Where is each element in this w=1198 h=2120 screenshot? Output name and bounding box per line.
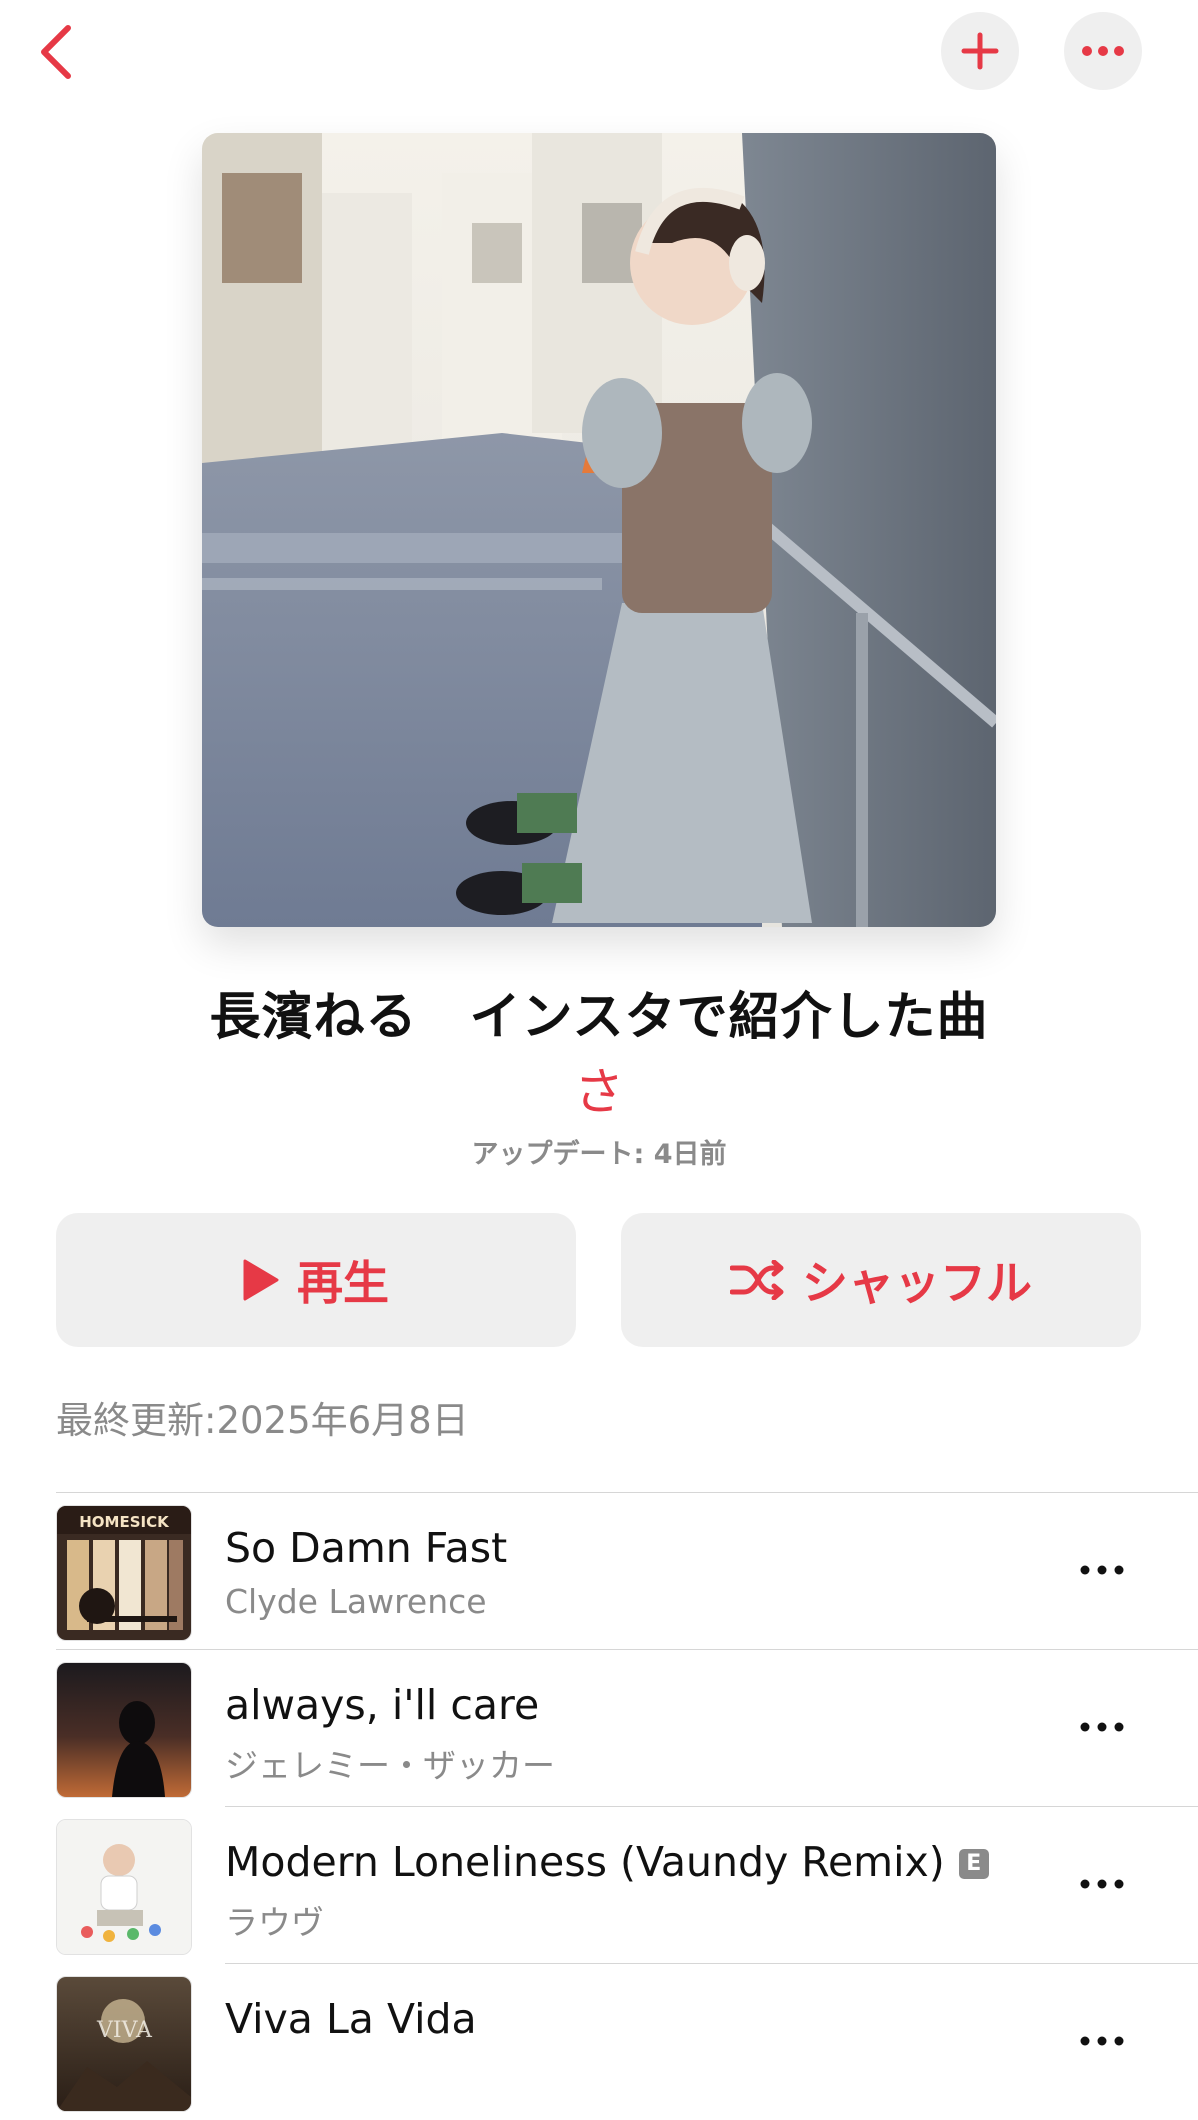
track-list: HOMESICK So Damn Fast Clyde Lawrence alw…: [0, 1492, 1198, 2120]
play-button[interactable]: 再生: [56, 1213, 576, 1347]
playlist-updated-text: アップデート: 4日前: [471, 1139, 727, 1170]
ellipsis-icon: [1080, 2036, 1124, 2046]
svg-text:VIVA: VIVA: [96, 2018, 153, 2043]
track-row[interactable]: Modern Loneliness (Vaundy Remix) E ラウヴ: [0, 1806, 1198, 1963]
track-row[interactable]: always, i'll care ジェレミー・ザッカー: [0, 1649, 1198, 1806]
playlist-title: 長濱ねる インスタで紹介した曲: [209, 988, 989, 1047]
playlist-curator[interactable]: さ: [0, 1052, 1198, 1124]
track-artwork: VIVA: [56, 1976, 192, 2112]
track-title: So Damn Fast: [225, 1524, 508, 1572]
last-modified-text: 最終更新:2025年6月8日: [56, 1399, 469, 1442]
track-artist: ジェレミー・ザッカー: [225, 1746, 555, 1785]
play-icon: [243, 1259, 279, 1301]
back-button[interactable]: [28, 20, 84, 84]
track-title: Modern Loneliness (Vaundy Remix) E: [225, 1838, 989, 1886]
ellipsis-icon: [1080, 1565, 1124, 1575]
ellipsis-icon: [1080, 1722, 1124, 1732]
shuffle-icon: [730, 1260, 784, 1300]
track-title: always, i'll care: [225, 1681, 540, 1729]
shuffle-button-label: シャッフル: [802, 1256, 1032, 1310]
art-text: HOMESICK: [79, 1513, 170, 1531]
track-artwork: [56, 1662, 192, 1798]
plus-icon: [961, 32, 999, 70]
divider: [225, 1963, 1198, 1964]
shuffle-button[interactable]: シャッフル: [621, 1213, 1141, 1347]
chevron-left-icon: [41, 25, 71, 79]
add-button[interactable]: [941, 12, 1019, 90]
divider: [56, 1492, 1198, 1493]
more-options-button[interactable]: [1064, 12, 1142, 90]
track-row[interactable]: HOMESICK So Damn Fast Clyde Lawrence: [0, 1492, 1198, 1649]
divider: [225, 1806, 1198, 1807]
play-button-label: 再生: [297, 1256, 389, 1310]
track-artwork: HOMESICK: [56, 1505, 192, 1641]
track-artist: Clyde Lawrence: [225, 1582, 487, 1621]
track-title-text: Modern Loneliness (Vaundy Remix): [225, 1838, 945, 1886]
track-artist: ラウヴ: [225, 1903, 324, 1942]
track-more-button[interactable]: [1070, 1542, 1134, 1598]
track-artwork: [56, 1819, 192, 1955]
explicit-badge: E: [958, 1849, 989, 1879]
ellipsis-icon: [1080, 1879, 1124, 1889]
ellipsis-icon: [1082, 46, 1124, 56]
playlist-artwork: [202, 133, 996, 927]
track-more-button[interactable]: [1070, 2013, 1134, 2069]
track-title: Viva La Vida: [225, 1995, 477, 2043]
track-more-button[interactable]: [1070, 1699, 1134, 1755]
track-row[interactable]: VIVA Viva La Vida: [0, 1963, 1198, 2120]
divider: [56, 1649, 1198, 1650]
track-more-button[interactable]: [1070, 1856, 1134, 1912]
